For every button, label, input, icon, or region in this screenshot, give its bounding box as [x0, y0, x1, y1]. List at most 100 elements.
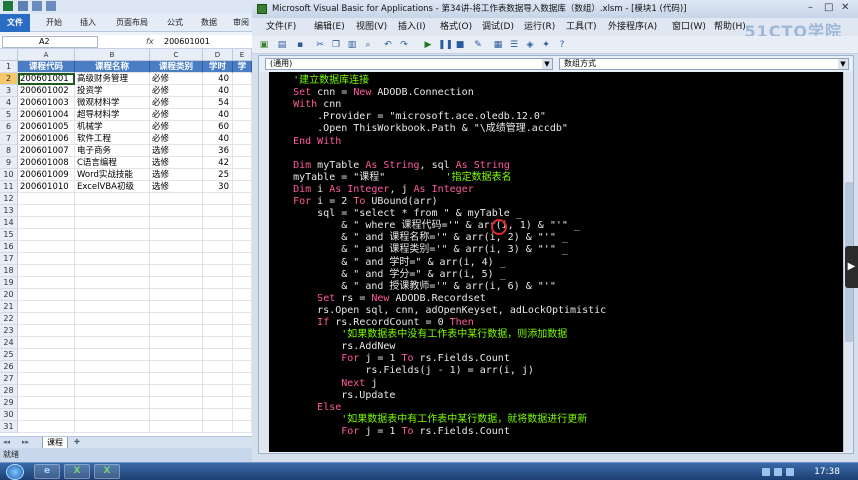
table-cell[interactable]: 25	[203, 169, 233, 181]
empty-cell[interactable]	[203, 205, 233, 217]
empty-cell[interactable]	[75, 229, 150, 241]
empty-cell[interactable]	[203, 421, 233, 433]
code-line[interactable]: & " and 学时=" & arr(i, 4) _	[269, 257, 506, 269]
undo-icon[interactable]: ↶	[382, 39, 394, 51]
empty-cell[interactable]	[18, 241, 75, 253]
empty-cell[interactable]	[18, 361, 75, 373]
row-header[interactable]: 24	[0, 337, 18, 349]
code-line[interactable]: & " and 授课教师='" & arr(i, 6) & "'"	[269, 281, 556, 293]
empty-cell[interactable]	[150, 313, 203, 325]
object-combobox[interactable]: (通用) ▼	[265, 58, 553, 70]
empty-cell[interactable]	[233, 73, 252, 85]
empty-cell[interactable]	[75, 265, 150, 277]
table-cell[interactable]: 选修	[150, 169, 203, 181]
code-line[interactable]: For i = 2 To UBound(arr)	[269, 196, 438, 208]
empty-cell[interactable]	[150, 409, 203, 421]
code-line[interactable]: rs.Fields(j - 1) = arr(i, j)	[269, 365, 534, 377]
empty-cell[interactable]	[233, 205, 252, 217]
stop-icon[interactable]: ■	[454, 39, 466, 51]
name-box[interactable]: A2	[2, 36, 98, 48]
empty-cell[interactable]	[75, 277, 150, 289]
empty-cell[interactable]	[75, 217, 150, 229]
row-header[interactable]: 30	[0, 409, 18, 421]
empty-cell[interactable]	[18, 373, 75, 385]
fx-icon[interactable]: fx	[146, 35, 154, 49]
row-header[interactable]: 16	[0, 241, 18, 253]
table-cell[interactable]: 200601001	[18, 73, 75, 85]
row-header[interactable]: 10	[0, 169, 18, 181]
row-header[interactable]: 7	[0, 133, 18, 145]
table-cell[interactable]: 54	[203, 97, 233, 109]
table-cell[interactable]: 必修	[150, 109, 203, 121]
table-cell[interactable]: 200601003	[18, 97, 75, 109]
tray-icon[interactable]	[774, 468, 782, 476]
table-cell[interactable]: 超导材料学	[75, 109, 150, 121]
object-browser-icon[interactable]: ◈	[524, 39, 536, 51]
empty-cell[interactable]	[203, 301, 233, 313]
empty-cell[interactable]	[75, 241, 150, 253]
empty-cell[interactable]	[203, 337, 233, 349]
code-line[interactable]: rs.Open sql, cnn, adOpenKeyset, adLockOp…	[269, 305, 606, 317]
empty-cell[interactable]	[18, 301, 75, 313]
menu-insert[interactable]: 插入(I)	[398, 20, 426, 34]
table-header-cell[interactable]: 学	[233, 61, 252, 73]
code-line[interactable]: & " and 学分=" & arr(i, 5) _	[269, 269, 506, 281]
table-cell[interactable]: 30	[203, 181, 233, 193]
view-excel-icon[interactable]: ▣	[258, 39, 270, 51]
table-cell[interactable]: 200601007	[18, 145, 75, 157]
empty-cell[interactable]	[233, 193, 252, 205]
paste-icon[interactable]: ▥	[346, 39, 358, 51]
empty-cell[interactable]	[18, 385, 75, 397]
empty-cell[interactable]	[233, 337, 252, 349]
empty-cell[interactable]	[75, 409, 150, 421]
menu-edit[interactable]: 编辑(E)	[314, 20, 345, 34]
table-cell[interactable]: ExcelVBA初级	[75, 181, 150, 193]
row-header[interactable]: 18	[0, 265, 18, 277]
code-line[interactable]: rs.AddNew	[269, 341, 395, 353]
empty-cell[interactable]	[18, 397, 75, 409]
table-cell[interactable]: 投资学	[75, 85, 150, 97]
table-cell[interactable]: 40	[203, 133, 233, 145]
empty-cell[interactable]	[18, 253, 75, 265]
menu-window[interactable]: 窗口(W)	[672, 20, 706, 34]
empty-cell[interactable]	[203, 385, 233, 397]
empty-cell[interactable]	[233, 313, 252, 325]
code-line[interactable]: End With	[269, 136, 341, 148]
row-header[interactable]: 15	[0, 229, 18, 241]
menu-debug[interactable]: 调试(D)	[482, 20, 514, 34]
empty-cell[interactable]	[75, 361, 150, 373]
table-cell[interactable]: 必修	[150, 133, 203, 145]
empty-cell[interactable]	[233, 397, 252, 409]
empty-cell[interactable]	[233, 241, 252, 253]
table-cell[interactable]: 机械学	[75, 121, 150, 133]
menu-addins[interactable]: 外接程序(A)	[608, 20, 657, 34]
empty-cell[interactable]	[75, 253, 150, 265]
table-cell[interactable]: 200601010	[18, 181, 75, 193]
insert-module-icon[interactable]: ▤	[276, 39, 288, 51]
empty-cell[interactable]	[150, 229, 203, 241]
empty-cell[interactable]	[150, 337, 203, 349]
menu-tools[interactable]: 工具(T)	[566, 20, 597, 34]
empty-cell[interactable]	[203, 349, 233, 361]
save-icon[interactable]	[18, 1, 28, 11]
select-all-corner[interactable]	[0, 49, 18, 61]
empty-cell[interactable]	[18, 205, 75, 217]
row-header[interactable]: 13	[0, 205, 18, 217]
empty-cell[interactable]	[150, 217, 203, 229]
empty-cell[interactable]	[75, 313, 150, 325]
table-cell[interactable]: 选修	[150, 181, 203, 193]
design-mode-icon[interactable]: ✎	[472, 39, 484, 51]
empty-cell[interactable]	[203, 229, 233, 241]
code-line[interactable]: Set rs = New ADODB.Recordset	[269, 293, 486, 305]
table-cell[interactable]: 42	[203, 157, 233, 169]
row-header[interactable]: 12	[0, 193, 18, 205]
menu-format[interactable]: 格式(O)	[440, 20, 472, 34]
first-sheet-icon[interactable]: ◂◂	[3, 438, 10, 446]
table-cell[interactable]: 200601005	[18, 121, 75, 133]
row-header[interactable]: 5	[0, 109, 18, 121]
empty-cell[interactable]	[75, 385, 150, 397]
column-header[interactable]: E	[233, 49, 252, 61]
empty-cell[interactable]	[233, 181, 252, 193]
row-header[interactable]: 11	[0, 181, 18, 193]
code-line[interactable]: '如果数据表中有工作表中某行数据，就将数据进行更新	[269, 414, 587, 426]
